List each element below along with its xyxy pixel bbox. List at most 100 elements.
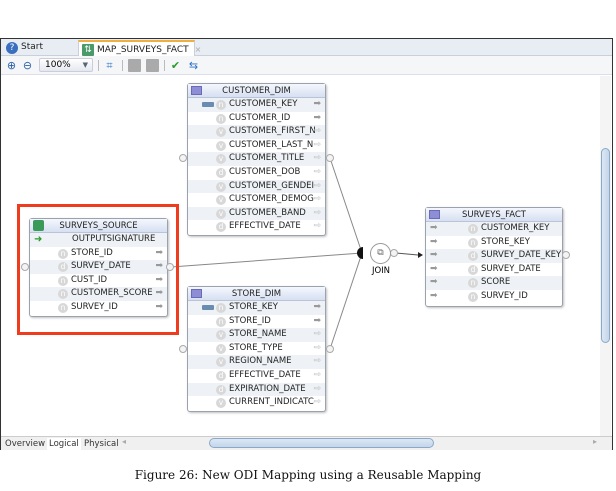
attribute-row[interactable]: d EFFECTIVE_DATE ⇨ — [188, 220, 325, 234]
numeric-type-icon: n — [58, 302, 68, 313]
join-icon: ⧉ — [377, 248, 384, 258]
attribute-row[interactable]: n CUSTOMER_ID ➡ — [188, 112, 325, 126]
outline-arrow-icon: ⇨ — [313, 221, 321, 232]
attribute-row[interactable]: n STORE_ID ➡ — [30, 247, 167, 261]
store-output-port[interactable] — [326, 345, 334, 353]
outline-arrow-icon: ⇨ — [313, 369, 321, 380]
surveys-fact-node[interactable]: SURVEYS_FACT n CUSTOMER_KEY ➡ n STORE_KEY ➡ d SU… — [425, 207, 563, 307]
attribute-row[interactable]: n CUST_ID ➡ — [30, 274, 167, 288]
signature-label: OUTPUTSIGNATURE — [72, 234, 156, 244]
customer-join-link — [329, 157, 363, 254]
attribute-row[interactable]: n CUSTOMER_KEY ➡ — [426, 222, 562, 236]
join-input-connector — [357, 247, 363, 259]
date-type-icon: d — [216, 167, 226, 178]
attribute-row[interactable]: n SURVEY_ID ➡ — [426, 290, 562, 304]
filled-arrow-icon: ➡ — [430, 263, 438, 274]
attribute-name: CUSTOMER_DEMOG — [229, 194, 314, 205]
filled-arrow-icon: ➡ — [430, 236, 438, 247]
attribute-row[interactable]: n SURVEY_ID ➡ — [30, 301, 167, 315]
signature-arrow-icon: ➜ — [34, 234, 43, 245]
attribute-row[interactable]: d SURVEY_DATE ➡ — [426, 263, 562, 277]
store-join-link — [329, 252, 363, 350]
attribute-row[interactable]: v STORE_NAME ⇨ — [188, 328, 325, 342]
attribute-row[interactable]: d CUSTOMER_DOB ⇨ — [188, 166, 325, 180]
fact-output-port[interactable] — [562, 251, 570, 259]
attribute-row[interactable]: v CUSTOMER_GENDEI ⇨ — [188, 179, 325, 194]
outline-arrow-icon: ⇨ — [313, 153, 321, 164]
attribute-row[interactable]: d SURVEY_DATE ➡ — [30, 260, 167, 274]
node-header[interactable]: SURVEYS_SOURCE — [30, 219, 167, 233]
store-dim-node[interactable]: STORE_DIM n STORE_KEY ➡ n STORE_ID ➡ v STORE_NAM… — [187, 286, 326, 412]
numeric-type-icon: n — [216, 113, 226, 124]
attribute-row[interactable]: n STORE_KEY ➡ — [426, 236, 562, 250]
outline-arrow-icon: ⇨ — [313, 342, 321, 353]
attribute-row[interactable]: v REGION_NAME ⇨ — [188, 355, 325, 369]
filled-arrow-icon: ➡ — [155, 261, 163, 272]
outline-arrow-icon: ⇨ — [313, 356, 321, 367]
store-input-port[interactable] — [179, 345, 187, 353]
date-type-icon: d — [216, 222, 226, 233]
datastore-icon — [191, 86, 202, 95]
attribute-name: CUSTOMER_DOB — [229, 166, 301, 177]
filled-arrow-icon: ➡ — [430, 223, 438, 233]
filled-arrow-icon: ➡ — [313, 99, 321, 109]
customer-input-port[interactable] — [179, 154, 187, 162]
outline-arrow-icon: ⇨ — [313, 397, 321, 408]
numeric-type-icon: n — [468, 278, 478, 289]
numeric-type-icon: n — [58, 248, 68, 259]
attribute-name: SURVEY_DATE_KEY — [481, 250, 562, 261]
varchar-type-icon: v — [216, 154, 226, 165]
surveys-source-node[interactable]: SURVEYS_SOURCE ➜ OUTPUTSIGNATURE n STORE_ID ➡… — [29, 218, 168, 317]
join-component[interactable]: ⧉ — [370, 243, 391, 264]
varchar-type-icon: v — [216, 343, 226, 354]
attribute-row[interactable]: n STORE_KEY ➡ — [188, 301, 325, 315]
attribute-row[interactable]: v CUSTOMER_LAST_N ⇨ — [188, 139, 325, 153]
attribute-row[interactable]: v CUSTOMER_FIRST_N ⇨ — [188, 125, 325, 139]
numeric-type-icon: n — [468, 224, 478, 234]
outline-arrow-icon: ⇨ — [313, 139, 321, 150]
attribute-row[interactable]: d EXPIRATION_DATE ⇨ — [188, 382, 325, 397]
outline-arrow-icon: ⇨ — [313, 180, 321, 191]
attribute-name: REGION_NAME — [229, 356, 292, 367]
varchar-type-icon: v — [216, 398, 226, 409]
numeric-type-icon: n — [58, 289, 68, 300]
attribute-row[interactable]: v CUSTOMER_DEMOG ⇨ — [188, 193, 325, 207]
numeric-type-icon: n — [216, 316, 226, 327]
attribute-row[interactable]: d EFFECTIVE_DATE ⇨ — [188, 369, 325, 383]
node-title: CUSTOMER_DIM — [222, 86, 291, 96]
output-signature-row[interactable]: ➜ OUTPUTSIGNATURE — [30, 233, 167, 247]
join-output-port[interactable] — [390, 249, 398, 257]
attribute-row[interactable]: n CUSTOMER_SCORE ➡ — [30, 287, 167, 301]
varchar-type-icon: v — [216, 140, 226, 151]
attribute-row[interactable]: v CUSTOMER_TITLE ⇨ — [188, 152, 325, 166]
node-title: SURVEYS_FACT — [462, 210, 526, 220]
node-header[interactable]: STORE_DIM — [188, 287, 325, 301]
source-input-port[interactable] — [21, 263, 29, 271]
attribute-row[interactable]: n SCORE ➡ — [426, 276, 562, 290]
attribute-name: CUSTOMER_SCORE — [71, 288, 153, 299]
outline-arrow-icon: ⇨ — [313, 194, 321, 205]
primary-key-icon — [202, 305, 214, 310]
outline-arrow-icon: ⇨ — [313, 126, 321, 137]
attribute-row[interactable]: v CUSTOMER_BAND ⇨ — [188, 206, 325, 221]
node-header[interactable]: SURVEYS_FACT — [426, 208, 562, 222]
outline-arrow-icon: ⇨ — [313, 166, 321, 177]
attribute-row[interactable]: n STORE_ID ➡ — [188, 315, 325, 329]
attribute-name: CUSTOMER_KEY — [229, 99, 298, 109]
attribute-row[interactable]: v STORE_TYPE ⇨ — [188, 342, 325, 356]
attribute-name: CUSTOMER_LAST_N — [229, 139, 314, 150]
customer-dim-node[interactable]: CUSTOMER_DIM n CUSTOMER_KEY ➡ n CUSTOMER_ID ➡ v… — [187, 83, 326, 236]
node-header[interactable]: CUSTOMER_DIM — [188, 84, 325, 98]
date-type-icon: d — [58, 262, 68, 273]
attribute-row[interactable]: n CUSTOMER_KEY ➡ — [188, 98, 325, 112]
attribute-row[interactable]: d SURVEY_DATE_KEY ➡ — [426, 249, 562, 263]
attribute-name: CUSTOMER_GENDEI — [229, 180, 315, 191]
attribute-row[interactable]: v CURRENT_INDICATC ⇨ — [188, 396, 325, 410]
customer-output-port[interactable] — [326, 154, 334, 162]
node-title: STORE_DIM — [231, 289, 282, 299]
source-join-link — [170, 252, 363, 268]
attribute-name: STORE_KEY — [229, 302, 278, 312]
source-output-port[interactable] — [166, 263, 174, 271]
date-type-icon: d — [216, 384, 226, 395]
datastore-icon — [191, 289, 202, 298]
